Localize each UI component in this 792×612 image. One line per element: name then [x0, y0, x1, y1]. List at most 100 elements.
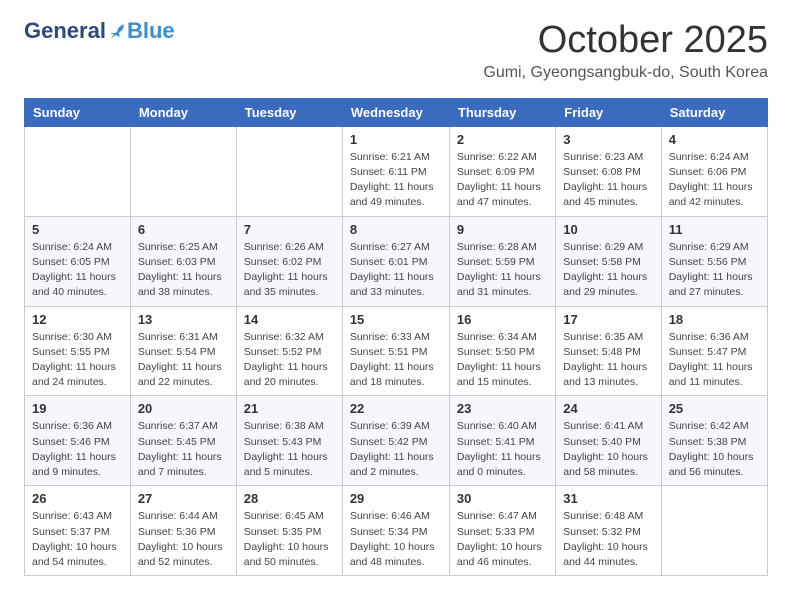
weekday-header-thursday: Thursday	[449, 98, 555, 126]
day-number: 1	[350, 132, 442, 147]
month-title: October 2025	[483, 20, 768, 62]
logo-bird-icon	[108, 22, 126, 40]
calendar-cell: 15 Sunrise: 6:33 AMSunset: 5:51 PMDayligh…	[342, 306, 449, 396]
day-info: Sunrise: 6:26 AMSunset: 6:02 PMDaylight:…	[244, 240, 335, 301]
day-number: 11	[669, 222, 760, 237]
calendar-cell: 22Sunrise: 6:39 AMSunset: 5:42 PMDayligh…	[342, 396, 449, 486]
day-info: Sunrise: 6:45 AMSunset: 5:35 PMDaylight:…	[244, 509, 335, 570]
day-info: Sunrise: 6:41 AMSunset: 5:40 PMDaylight:…	[563, 419, 653, 480]
day-info: Sunrise: 6:43 AMSunset: 5:37 PMDaylight:…	[32, 509, 123, 570]
day-info: Sunrise: 6:25 AMSunset: 6:03 PMDaylight:…	[138, 240, 229, 301]
calendar-cell: 25 Sunrise: 6:42 AMSunset: 5:38 PMDayligh…	[661, 396, 767, 486]
day-info: Sunrise: 6:48 AMSunset: 5:32 PMDaylight:…	[563, 509, 653, 570]
calendar-cell: 24 Sunrise: 6:41 AMSunset: 5:40 PMDayligh…	[556, 396, 661, 486]
page-header: General Blue October 2025 Gumi, Gyeongsa…	[24, 20, 768, 82]
title-block: October 2025 Gumi, Gyeongsangbuk-do, Sou…	[483, 20, 768, 82]
day-number: 16	[457, 312, 548, 327]
day-number: 14	[244, 312, 335, 327]
calendar-cell: 26 Sunrise: 6:43 AMSunset: 5:37 PMDayligh…	[25, 486, 131, 576]
calendar-cell: 6Sunrise: 6:25 AMSunset: 6:03 PMDaylight…	[130, 216, 236, 306]
calendar-cell: 30 Sunrise: 6:47 AMSunset: 5:33 PMDayligh…	[449, 486, 555, 576]
day-info: Sunrise: 6:29 AMSunset: 5:58 PMDaylight:…	[563, 240, 653, 301]
day-info: Sunrise: 6:24 AMSunset: 6:06 PMDaylight:…	[669, 150, 760, 211]
day-info: Sunrise: 6:27 AMSunset: 6:01 PMDaylight:…	[350, 240, 442, 301]
calendar-cell: 27 Sunrise: 6:44 AMSunset: 5:36 PMDayligh…	[130, 486, 236, 576]
day-number: 13	[138, 312, 229, 327]
calendar-cell: 4Sunrise: 6:24 AMSunset: 6:06 PMDaylight…	[661, 126, 767, 216]
calendar-cell	[130, 126, 236, 216]
day-number: 30	[457, 491, 548, 506]
calendar-week-3: 12 Sunrise: 6:30 AMSunset: 5:55 PMDayligh…	[25, 306, 768, 396]
day-number: 10	[563, 222, 653, 237]
calendar-cell: 11 Sunrise: 6:29 AMSunset: 5:56 PMDayligh…	[661, 216, 767, 306]
calendar-cell: 5Sunrise: 6:24 AMSunset: 6:05 PMDaylight…	[25, 216, 131, 306]
day-number: 28	[244, 491, 335, 506]
calendar-cell: 31Sunrise: 6:48 AMSunset: 5:32 PMDayligh…	[556, 486, 661, 576]
day-number: 24	[563, 401, 653, 416]
calendar-cell: 17 Sunrise: 6:35 AMSunset: 5:48 PMDayligh…	[556, 306, 661, 396]
calendar-cell: 19 Sunrise: 6:36 AMSunset: 5:46 PMDayligh…	[25, 396, 131, 486]
day-number: 17	[563, 312, 653, 327]
calendar-cell	[661, 486, 767, 576]
calendar-cell: 13 Sunrise: 6:31 AMSunset: 5:54 PMDayligh…	[130, 306, 236, 396]
weekday-header-tuesday: Tuesday	[236, 98, 342, 126]
day-info: Sunrise: 6:38 AMSunset: 5:43 PMDaylight:…	[244, 419, 335, 480]
day-number: 25	[669, 401, 760, 416]
calendar-week-4: 19 Sunrise: 6:36 AMSunset: 5:46 PMDayligh…	[25, 396, 768, 486]
day-number: 7	[244, 222, 335, 237]
day-info: Sunrise: 6:37 AMSunset: 5:45 PMDaylight:…	[138, 419, 229, 480]
calendar-cell: 10 Sunrise: 6:29 AMSunset: 5:58 PMDayligh…	[556, 216, 661, 306]
day-number: 2	[457, 132, 548, 147]
day-number: 21	[244, 401, 335, 416]
day-info: Sunrise: 6:22 AMSunset: 6:09 PMDaylight:…	[457, 150, 548, 211]
day-info: Sunrise: 6:35 AMSunset: 5:48 PMDaylight:…	[563, 330, 653, 391]
day-number: 9	[457, 222, 548, 237]
weekday-header-wednesday: Wednesday	[342, 98, 449, 126]
calendar-cell: 12 Sunrise: 6:30 AMSunset: 5:55 PMDayligh…	[25, 306, 131, 396]
day-info: Sunrise: 6:46 AMSunset: 5:34 PMDaylight:…	[350, 509, 442, 570]
day-number: 20	[138, 401, 229, 416]
day-info: Sunrise: 6:44 AMSunset: 5:36 PMDaylight:…	[138, 509, 229, 570]
calendar-cell: 14 Sunrise: 6:32 AMSunset: 5:52 PMDayligh…	[236, 306, 342, 396]
day-info: Sunrise: 6:47 AMSunset: 5:33 PMDaylight:…	[457, 509, 548, 570]
calendar-cell: 20 Sunrise: 6:37 AMSunset: 5:45 PMDayligh…	[130, 396, 236, 486]
day-info: Sunrise: 6:34 AMSunset: 5:50 PMDaylight:…	[457, 330, 548, 391]
day-info: Sunrise: 6:24 AMSunset: 6:05 PMDaylight:…	[32, 240, 123, 301]
day-number: 27	[138, 491, 229, 506]
weekday-header-saturday: Saturday	[661, 98, 767, 126]
calendar-cell: 29 Sunrise: 6:46 AMSunset: 5:34 PMDayligh…	[342, 486, 449, 576]
day-info: Sunrise: 6:29 AMSunset: 5:56 PMDaylight:…	[669, 240, 760, 301]
calendar-cell: 8Sunrise: 6:27 AMSunset: 6:01 PMDaylight…	[342, 216, 449, 306]
day-number: 15	[350, 312, 442, 327]
day-info: Sunrise: 6:31 AMSunset: 5:54 PMDaylight:…	[138, 330, 229, 391]
weekday-header-row: SundayMondayTuesdayWednesdayThursdayFrid…	[25, 98, 768, 126]
calendar-cell: 16 Sunrise: 6:34 AMSunset: 5:50 PMDayligh…	[449, 306, 555, 396]
day-info: Sunrise: 6:28 AMSunset: 5:59 PMDaylight:…	[457, 240, 548, 301]
calendar-cell: 18 Sunrise: 6:36 AMSunset: 5:47 PMDayligh…	[661, 306, 767, 396]
calendar-table: SundayMondayTuesdayWednesdayThursdayFrid…	[24, 98, 768, 576]
calendar-week-1: 1Sunrise: 6:21 AMSunset: 6:11 PMDaylight…	[25, 126, 768, 216]
day-info: Sunrise: 6:36 AMSunset: 5:46 PMDaylight:…	[32, 419, 123, 480]
day-info: Sunrise: 6:33 AMSunset: 5:51 PMDaylight:…	[350, 330, 442, 391]
day-number: 3	[563, 132, 653, 147]
day-info: Sunrise: 6:30 AMSunset: 5:55 PMDaylight:…	[32, 330, 123, 391]
day-info: Sunrise: 6:42 AMSunset: 5:38 PMDaylight:…	[669, 419, 760, 480]
location-subtitle: Gumi, Gyeongsangbuk-do, South Korea	[483, 64, 768, 82]
day-info: Sunrise: 6:32 AMSunset: 5:52 PMDaylight:…	[244, 330, 335, 391]
calendar-week-2: 5Sunrise: 6:24 AMSunset: 6:05 PMDaylight…	[25, 216, 768, 306]
calendar-cell	[236, 126, 342, 216]
logo: General Blue	[24, 20, 175, 42]
calendar-cell: 23Sunrise: 6:40 AMSunset: 5:41 PMDayligh…	[449, 396, 555, 486]
weekday-header-monday: Monday	[130, 98, 236, 126]
calendar-cell: 1Sunrise: 6:21 AMSunset: 6:11 PMDaylight…	[342, 126, 449, 216]
day-number: 26	[32, 491, 123, 506]
weekday-header-sunday: Sunday	[25, 98, 131, 126]
calendar-cell	[25, 126, 131, 216]
day-number: 18	[669, 312, 760, 327]
day-info: Sunrise: 6:36 AMSunset: 5:47 PMDaylight:…	[669, 330, 760, 391]
day-number: 22	[350, 401, 442, 416]
day-number: 19	[32, 401, 123, 416]
calendar-cell: 7 Sunrise: 6:26 AMSunset: 6:02 PMDaylight…	[236, 216, 342, 306]
day-number: 12	[32, 312, 123, 327]
day-number: 29	[350, 491, 442, 506]
